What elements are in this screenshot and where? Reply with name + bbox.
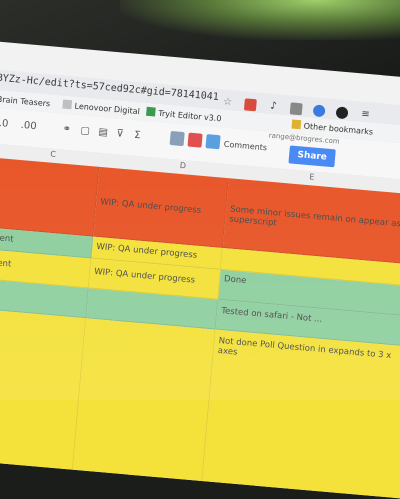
page-icon (146, 106, 156, 117)
filter-icon[interactable]: ⊽ (116, 128, 124, 140)
addon-blue-button[interactable] (205, 134, 221, 150)
extension-red-icon[interactable] (244, 97, 258, 111)
background-green-light (120, 0, 400, 40)
extension-blue-icon[interactable] (313, 103, 327, 117)
page-icon (62, 99, 73, 110)
laptop-screen: BYZz-Hc/edit?ts=57ced92c#gid=78141041 ☆ … (0, 40, 400, 499)
column-header-c[interactable]: C (50, 150, 56, 159)
cell-status-b[interactable]: WIP: QA under progress (93, 166, 229, 248)
cell-notes[interactable]: Not done Poll Question in expands to 3 x… (201, 329, 400, 499)
decimal-icon[interactable]: .0 (0, 118, 9, 130)
addon-red-button[interactable] (187, 132, 203, 148)
extension-music-icon[interactable]: ♪ (267, 100, 280, 113)
cell-status-a[interactable] (0, 306, 87, 478)
cell-status-b[interactable] (72, 318, 216, 490)
functions-icon[interactable]: Σ (134, 130, 141, 142)
chart-icon[interactable]: ▤ (98, 127, 108, 139)
cell-status-a[interactable]: bug (0, 155, 100, 237)
column-header-d[interactable]: D (179, 161, 186, 171)
format-icon[interactable]: .00 (20, 120, 37, 132)
bookmark-item[interactable]: Brain Teasers (0, 93, 51, 109)
menu-icon[interactable]: ≡ (359, 108, 372, 121)
folder-icon (291, 119, 302, 130)
extension-dark-icon[interactable] (336, 105, 350, 119)
comments-button[interactable]: Comments (223, 140, 267, 153)
link-icon[interactable]: ⚭ (62, 124, 71, 136)
star-icon[interactable]: ☆ (221, 96, 234, 109)
addon-grey-button[interactable] (169, 130, 185, 147)
share-button[interactable]: Share (288, 145, 336, 168)
extension-grey-icon[interactable] (290, 101, 304, 115)
column-header-e[interactable]: E (309, 172, 315, 181)
comment-icon[interactable]: ▢ (80, 125, 90, 137)
